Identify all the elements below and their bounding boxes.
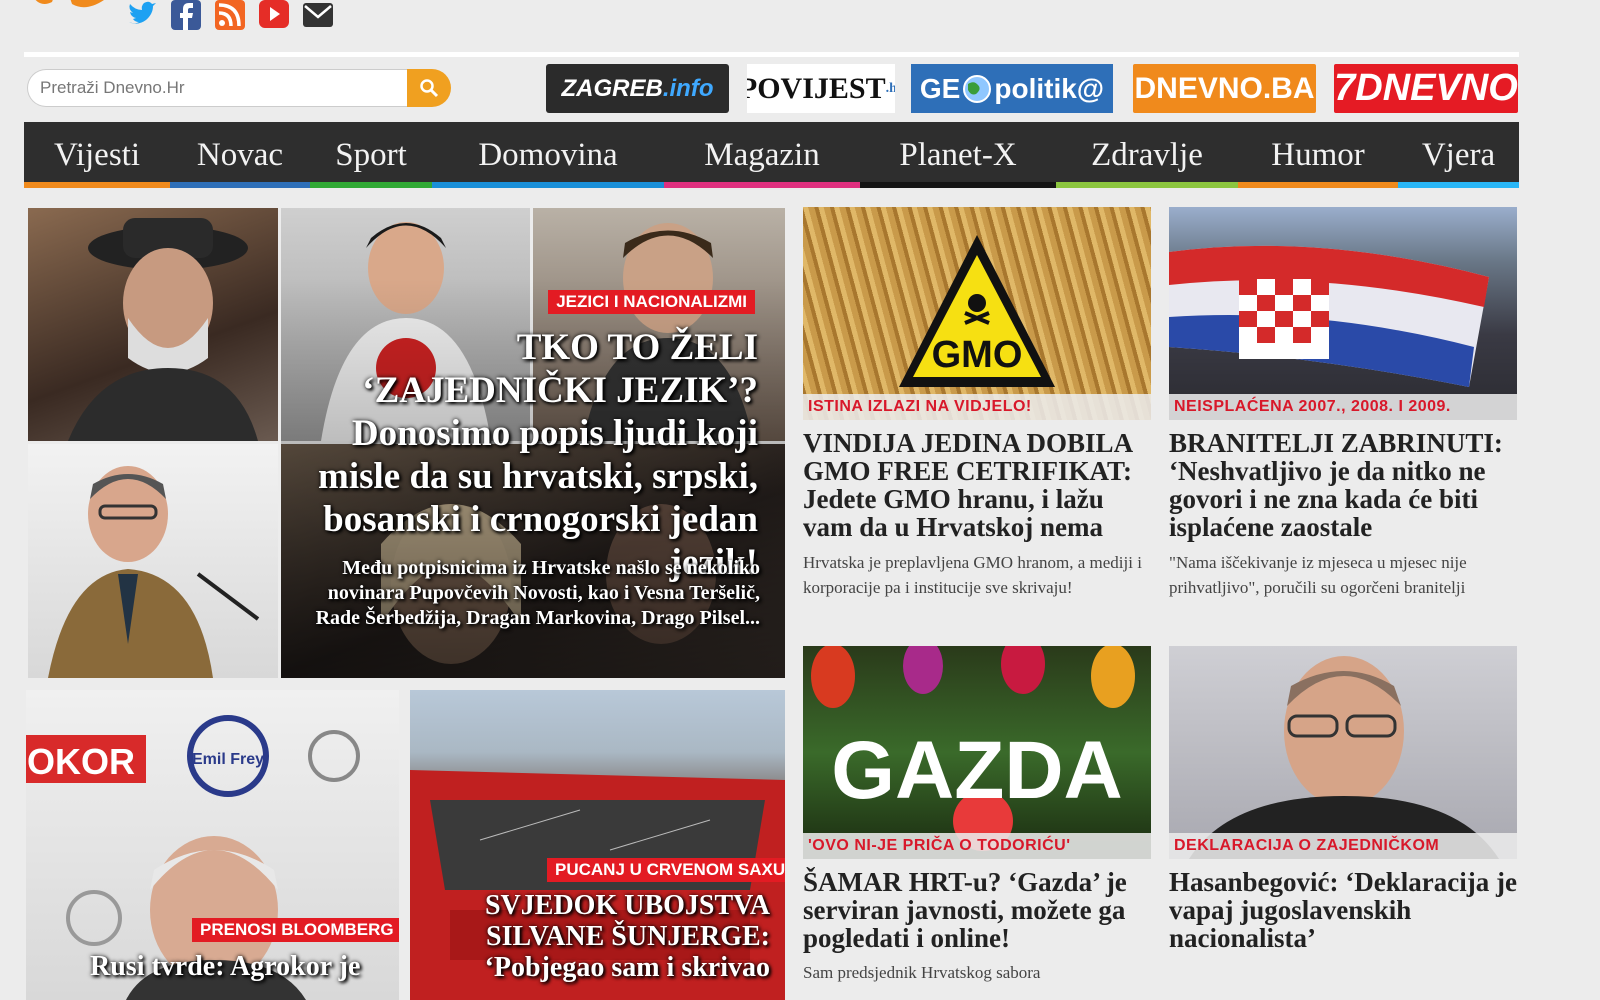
rss-icon[interactable] xyxy=(214,0,246,30)
partner-geopolitika-text: politik@ xyxy=(994,72,1105,104)
gazda-headline[interactable]: ŠAMAR HRT-u? ‘Gazda’ je serviran javnost… xyxy=(803,868,1153,952)
hero-headline[interactable]: TKO TO ŽELI ‘ZAJEDNIČKI JEZIK’? Donosimo… xyxy=(278,326,758,584)
hero-category-tag[interactable]: JEZICI I NACIONALIZMI xyxy=(548,290,755,314)
nav-item-novac[interactable]: Novac xyxy=(170,122,310,188)
partner-povijest-text: POVIJEST xyxy=(747,71,886,105)
search-button[interactable] xyxy=(407,69,451,107)
branitelji-headline[interactable]: BRANITELJI ZABRINUTI: ‘Neshvatljivo je d… xyxy=(1169,429,1519,541)
article-card-gmo[interactable]: GMO ISTINA IZLAZI NA VIDJELO! VINDIJA JE… xyxy=(803,207,1151,627)
facebook-icon[interactable] xyxy=(170,0,202,30)
search-form xyxy=(27,69,451,107)
nav-item-magazin[interactable]: Magazin xyxy=(664,122,860,188)
partner-dnevno-ba[interactable]: DNEVNO.BA xyxy=(1133,64,1316,113)
branitelji-photo: NEISPLAĆENA 2007., 2008. I 2009. xyxy=(1169,207,1517,420)
gazda-photo: GAZDA 'OVO NI-JE PRIČA O TODORIĆU' xyxy=(803,646,1151,859)
gazda-excerpt: Sam predsjednik Hrvatskog sabora xyxy=(803,963,1041,982)
search-icon xyxy=(420,79,439,98)
gmo-excerpt: Hrvatska je preplavljena GMO hranom, a m… xyxy=(803,553,1142,597)
nav-item-vjera[interactable]: Vjera xyxy=(1398,122,1519,188)
gazda-title-art: GAZDA xyxy=(831,725,1123,816)
partner-zagreb-suffix: .info xyxy=(662,74,714,102)
mail-icon[interactable] xyxy=(302,0,334,30)
gmo-photo: GMO ISTINA IZLAZI NA VIDJELO! xyxy=(803,207,1151,420)
header-divider xyxy=(24,52,1519,57)
article-card-hasanbegovic[interactable]: DEKLARACIJA O ZAJEDNIČKOM Hasanbegović: … xyxy=(1169,646,1519,1000)
globe-icon xyxy=(963,74,992,103)
youtube-icon[interactable] xyxy=(258,0,290,30)
saxo-headline[interactable]: SVJEDOK UBOJSTVA SILVANE ŠUNJERGE: ‘Pobj… xyxy=(430,890,770,983)
partner-povijest-suffix: .hr xyxy=(885,80,895,96)
nav-item-vijesti[interactable]: Vijesti xyxy=(24,122,170,188)
article-card-agrokor[interactable]: OKOR Emil Frey PRENOSI BLOOMBERG Rusi tv… xyxy=(26,690,399,1000)
article-card-saxo[interactable]: PUCANJ U CRVENOM SAXU SVJEDOK UBOJSTVA S… xyxy=(410,690,785,1000)
hasanbegovic-label: DEKLARACIJA O ZAJEDNIČKOM xyxy=(1169,833,1517,859)
nav-item-sport[interactable]: Sport xyxy=(310,122,432,188)
search-input[interactable] xyxy=(27,69,407,107)
gmo-label: ISTINA IZLAZI NA VIDJELO! xyxy=(803,394,1151,420)
gmo-sign-text: GMO xyxy=(932,334,1023,376)
article-card-gazda[interactable]: GAZDA 'OVO NI-JE PRIČA O TODORIĆU' ŠAMAR… xyxy=(803,646,1153,1000)
nav-item-humor[interactable]: Humor xyxy=(1238,122,1398,188)
partner-geopolitika-prefix: GE xyxy=(919,72,961,104)
main-nav: Vijesti Novac Sport Domovina Magazin Pla… xyxy=(24,122,1519,188)
saxo-category-tag[interactable]: PUCANJ U CRVENOM SAXU xyxy=(547,858,785,882)
hero-photo-4 xyxy=(28,444,278,678)
nav-item-zdravlje[interactable]: Zdravlje xyxy=(1056,122,1238,188)
branitelji-label: NEISPLAĆENA 2007., 2008. I 2009. xyxy=(1169,394,1517,420)
nav-item-domovina[interactable]: Domovina xyxy=(432,122,664,188)
partner-zagreb-text: ZAGREB xyxy=(561,74,663,102)
partner-7dnevno[interactable]: 7DNEVNO xyxy=(1334,64,1518,113)
agrokor-category-tag[interactable]: PRENOSI BLOOMBERG xyxy=(192,918,399,942)
hero-excerpt: Među potpisnicima iz Hrvatske našlo se n… xyxy=(315,557,760,629)
partner-zagreb-info[interactable]: ZAGREB .info xyxy=(546,64,729,113)
gmo-headline[interactable]: VINDIJA JEDINA DOBILA GMO FREE CETRIFIKA… xyxy=(803,429,1151,541)
twitter-icon[interactable] xyxy=(126,0,158,30)
site-logo[interactable] xyxy=(26,0,112,16)
partner-geopolitika[interactable]: GE politik@ xyxy=(911,64,1113,113)
branitelji-excerpt: "Nama iščekivanje iz mjeseca u mjesec ni… xyxy=(1169,553,1467,597)
agrokor-sign-text: OKOR xyxy=(27,741,135,782)
social-links xyxy=(126,0,334,30)
agrokor-headline[interactable]: Rusi tvrde: Agrokor je xyxy=(90,952,390,982)
nav-item-planet-x[interactable]: Planet-X xyxy=(860,122,1056,188)
agrokor-sign-brand: Emil Frey xyxy=(192,751,264,768)
hasanbegovic-headline[interactable]: Hasanbegović: ‘Deklaracija je vapaj jugo… xyxy=(1169,868,1519,952)
hero-photo-1 xyxy=(28,208,278,441)
partner-povijest[interactable]: POVIJEST.hr xyxy=(747,64,895,113)
gazda-label: 'OVO NI-JE PRIČA O TODORIĆU' xyxy=(803,833,1151,859)
hasanbegovic-photo: DEKLARACIJA O ZAJEDNIČKOM xyxy=(1169,646,1517,859)
article-card-branitelji[interactable]: NEISPLAĆENA 2007., 2008. I 2009. BRANITE… xyxy=(1169,207,1519,627)
hero-article[interactable]: JEZICI I NACIONALIZMI TKO TO ŽELI ‘ZAJED… xyxy=(28,208,785,678)
